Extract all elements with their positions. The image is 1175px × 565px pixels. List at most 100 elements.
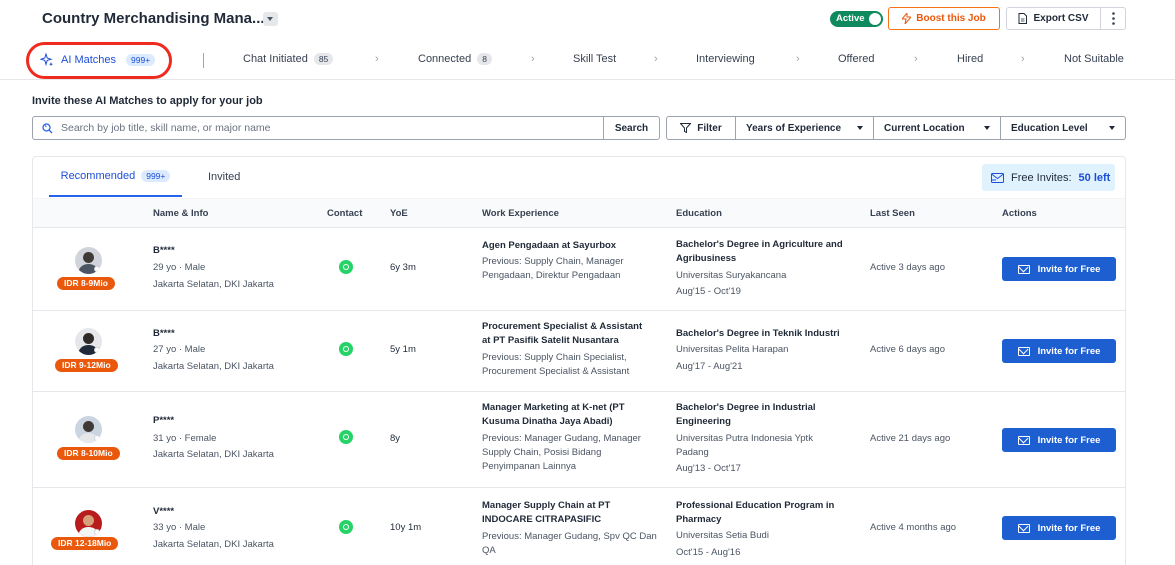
table-row[interactable]: IDR 9-12Mio B**** 27 yo · Male Jakarta S… bbox=[33, 311, 1125, 392]
tab-ai-matches-count: 999+ bbox=[126, 54, 156, 66]
status-dot bbox=[94, 347, 100, 353]
envelope-icon bbox=[991, 172, 1004, 183]
whatsapp-icon[interactable] bbox=[339, 430, 353, 444]
toggle-label: Active bbox=[836, 13, 865, 24]
document-icon bbox=[1018, 13, 1028, 24]
education-school: Universitas Putra Indonesia Yptk Padang bbox=[676, 433, 813, 458]
pipeline-tabs: AI Matches 999+ Chat Initiated 85 › Conn… bbox=[0, 42, 1175, 80]
avatar-head bbox=[83, 421, 94, 432]
invite-for-free-button[interactable]: Invite for Free bbox=[1002, 428, 1116, 452]
previous-jobs: Previous: Supply Chain Specialist, Procu… bbox=[482, 352, 630, 377]
tab-hired[interactable]: Hired bbox=[957, 53, 983, 65]
avatar-head bbox=[83, 252, 94, 263]
tab-offered[interactable]: Offered bbox=[838, 53, 875, 65]
tab-chat-initiated[interactable]: Chat Initiated 85 bbox=[243, 53, 334, 65]
invite-label: Invite for Free bbox=[1037, 345, 1101, 357]
previous-jobs: Previous: Manager Gudang, Manager Supply… bbox=[482, 433, 641, 472]
boost-job-button[interactable]: Boost this Job bbox=[888, 7, 1000, 30]
candidate-age-gender: 33 yo · Male bbox=[153, 522, 206, 533]
salary-badge: IDR 8-9Mio bbox=[57, 277, 115, 290]
search-icon bbox=[42, 122, 53, 133]
candidate-location: Jakarta Selatan, DKI Jakarta bbox=[153, 449, 274, 460]
tab-skill-test[interactable]: Skill Test bbox=[573, 53, 616, 65]
status-dot bbox=[94, 435, 100, 441]
free-invites-badge: Free Invites: 50 left bbox=[982, 164, 1115, 191]
tab-not-suitable[interactable]: Not Suitable bbox=[1064, 53, 1124, 65]
job-title: Country Merchandising Mana... bbox=[42, 10, 265, 27]
current-job: Manager Supply Chain at PT INDOCARE CITR… bbox=[482, 500, 611, 525]
whatsapp-icon[interactable] bbox=[339, 520, 353, 534]
tab-ai-matches[interactable]: AI Matches 999+ bbox=[40, 53, 156, 67]
table-header: Name & Info Contact YoE Work Experience … bbox=[33, 198, 1125, 228]
education-period: Oct'15 - Aug'16 bbox=[676, 547, 741, 558]
invite-label: Invite for Free bbox=[1037, 434, 1101, 446]
years-of-experience-dropdown[interactable]: Years of Experience bbox=[736, 116, 874, 140]
search-input[interactable] bbox=[61, 122, 581, 134]
tab-recommended[interactable]: Recommended 999+ bbox=[49, 157, 182, 197]
last-seen: Active 6 days ago bbox=[870, 344, 945, 355]
sparkle-icon bbox=[40, 53, 53, 67]
stage-count: 85 bbox=[313, 53, 334, 65]
lightning-icon bbox=[902, 13, 912, 24]
candidate-yoe: 8y bbox=[390, 433, 401, 444]
kebab-menu-icon bbox=[1111, 12, 1115, 25]
job-switcher-dropdown[interactable] bbox=[263, 12, 278, 26]
candidate-location: Jakarta Selatan, DKI Jakarta bbox=[153, 279, 274, 290]
filter-button[interactable]: Filter bbox=[666, 116, 736, 140]
chevron-right-icon: › bbox=[914, 53, 918, 65]
education-level-dropdown[interactable]: Education Level bbox=[1001, 116, 1126, 140]
candidate-age-gender: 31 yo · Female bbox=[153, 433, 217, 444]
candidate-location: Jakarta Selatan, DKI Jakarta bbox=[153, 361, 274, 372]
education-degree: Professional Education Program in Pharma… bbox=[676, 500, 835, 525]
candidate-yoe: 6y 3m bbox=[390, 262, 416, 273]
current-job: Procurement Specialist & Assistant at PT… bbox=[482, 321, 643, 346]
education-school: Universitas Suryakancana bbox=[676, 270, 787, 281]
stage-label: Offered bbox=[838, 53, 875, 65]
column-header: Education bbox=[676, 208, 722, 219]
candidate-name[interactable]: P**** bbox=[153, 414, 174, 428]
tab-recommended-label: Recommended bbox=[60, 170, 136, 182]
chevron-right-icon: › bbox=[375, 53, 379, 65]
invite-for-free-button[interactable]: Invite for Free bbox=[1002, 339, 1116, 363]
table-row[interactable]: IDR 8-10Mio P**** 31 yo · Female Jakarta… bbox=[33, 392, 1125, 488]
export-csv-button[interactable]: Export CSV bbox=[1006, 7, 1101, 30]
candidate-name[interactable]: B**** bbox=[153, 327, 175, 341]
job-active-toggle[interactable]: Active bbox=[830, 11, 883, 27]
column-header: YoE bbox=[390, 208, 408, 219]
table-row[interactable]: IDR 12-18Mio V**** 33 yo · Male Jakarta … bbox=[33, 488, 1125, 565]
education-degree: Bachelor's Degree in Industrial Engineer… bbox=[676, 402, 816, 427]
education-period: Aug'15 - Oct'19 bbox=[676, 286, 741, 297]
tab-invited[interactable]: Invited bbox=[208, 171, 240, 183]
candidate-name[interactable]: V**** bbox=[153, 505, 174, 519]
invite-label: Invite for Free bbox=[1037, 263, 1101, 275]
candidate-name[interactable]: B**** bbox=[153, 244, 175, 258]
tab-connected[interactable]: Connected 8 bbox=[418, 53, 492, 65]
avatar bbox=[75, 510, 102, 537]
free-invites-value: 50 left bbox=[1078, 171, 1111, 184]
caret-down-icon bbox=[1109, 126, 1115, 130]
toggle-knob bbox=[869, 13, 881, 25]
search-field[interactable] bbox=[32, 116, 604, 140]
invite-for-free-button[interactable]: Invite for Free bbox=[1002, 516, 1116, 540]
stage-label: Hired bbox=[957, 53, 984, 65]
pipeline-divider bbox=[203, 53, 204, 68]
candidate-age-gender: 27 yo · Male bbox=[153, 344, 206, 355]
current-location-dropdown[interactable]: Current Location bbox=[874, 116, 1001, 140]
whatsapp-icon[interactable] bbox=[339, 342, 353, 356]
status-dot bbox=[94, 529, 100, 535]
invite-for-free-button[interactable]: Invite for Free bbox=[1002, 257, 1116, 281]
current-job: Agen Pengadaan at Sayurbox bbox=[482, 240, 617, 251]
tab-interviewing[interactable]: Interviewing bbox=[696, 53, 755, 65]
salary-badge: IDR 9-12Mio bbox=[55, 359, 118, 372]
free-invites-label: Free Invites: bbox=[1011, 171, 1072, 184]
table-row[interactable]: IDR 8-9Mio B**** 29 yo · Male Jakarta Se… bbox=[33, 229, 1125, 311]
candidate-location: Jakarta Selatan, DKI Jakarta bbox=[153, 539, 274, 550]
last-seen: Active 3 days ago bbox=[870, 262, 945, 273]
status-dot bbox=[94, 266, 100, 272]
whatsapp-icon[interactable] bbox=[339, 260, 353, 274]
more-options-button[interactable] bbox=[1101, 7, 1126, 30]
search-button[interactable]: Search bbox=[603, 116, 660, 140]
section-title: Invite these AI Matches to apply for you… bbox=[32, 95, 263, 107]
tab-ai-matches-label: AI Matches bbox=[61, 54, 117, 66]
avatar-head bbox=[83, 515, 94, 526]
